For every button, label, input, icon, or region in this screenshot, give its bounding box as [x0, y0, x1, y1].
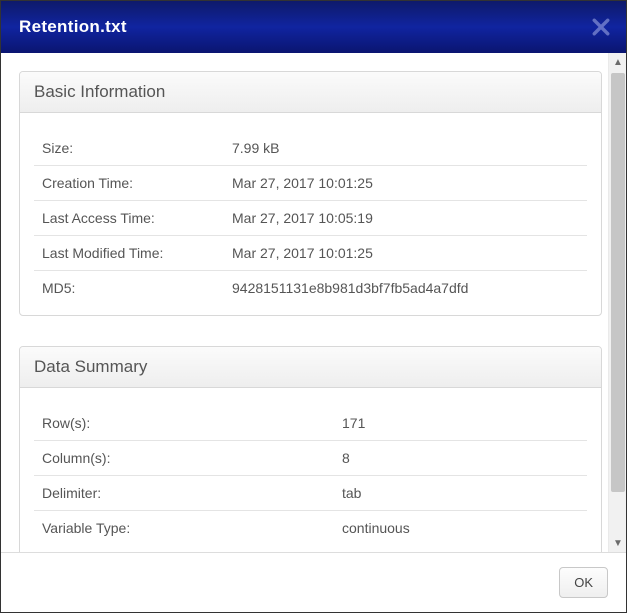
table-row: Column(s): 8	[34, 441, 587, 476]
table-row: Size: 7.99 kB	[34, 131, 587, 166]
last-access-time-label: Last Access Time:	[34, 201, 224, 236]
basic-information-table: Size: 7.99 kB Creation Time: Mar 27, 201…	[34, 131, 587, 305]
creation-time-label: Creation Time:	[34, 166, 224, 201]
close-icon	[592, 18, 610, 36]
data-summary-table: Row(s): 171 Column(s): 8 Delimiter: tab	[34, 406, 587, 545]
file-info-dialog: Retention.txt Basic Information Size: 7.…	[0, 0, 627, 613]
rows-label: Row(s):	[34, 406, 334, 441]
dialog-body: Basic Information Size: 7.99 kB Creation…	[1, 53, 626, 552]
basic-information-panel: Basic Information Size: 7.99 kB Creation…	[19, 71, 602, 316]
table-row: Creation Time: Mar 27, 2017 10:01:25	[34, 166, 587, 201]
size-value: 7.99 kB	[224, 131, 587, 166]
data-summary-header: Data Summary	[20, 347, 601, 388]
variable-type-value: continuous	[334, 511, 587, 546]
table-row: Variable Type: continuous	[34, 511, 587, 546]
scroll-up-arrow-icon[interactable]: ▲	[609, 53, 626, 71]
table-row: Delimiter: tab	[34, 476, 587, 511]
last-modified-time-value: Mar 27, 2017 10:01:25	[224, 236, 587, 271]
last-modified-time-label: Last Modified Time:	[34, 236, 224, 271]
scrollbar-thumb[interactable]	[611, 73, 625, 492]
rows-value: 171	[334, 406, 587, 441]
table-row: Last Modified Time: Mar 27, 2017 10:01:2…	[34, 236, 587, 271]
scroll-down-arrow-icon[interactable]: ▼	[609, 534, 626, 552]
delimiter-value: tab	[334, 476, 587, 511]
table-row: Row(s): 171	[34, 406, 587, 441]
columns-value: 8	[334, 441, 587, 476]
creation-time-value: Mar 27, 2017 10:01:25	[224, 166, 587, 201]
dialog-footer: OK	[1, 552, 626, 612]
size-label: Size:	[34, 131, 224, 166]
md5-value: 9428151131e8b981d3bf7fb5ad4a7dfd	[224, 271, 587, 306]
scroll-content: Basic Information Size: 7.99 kB Creation…	[1, 53, 608, 552]
md5-label: MD5:	[34, 271, 224, 306]
columns-label: Column(s):	[34, 441, 334, 476]
dialog-titlebar: Retention.txt	[1, 1, 626, 53]
table-row: MD5: 9428151131e8b981d3bf7fb5ad4a7dfd	[34, 271, 587, 306]
ok-button[interactable]: OK	[559, 567, 608, 598]
table-row: Last Access Time: Mar 27, 2017 10:05:19	[34, 201, 587, 236]
delimiter-label: Delimiter:	[34, 476, 334, 511]
close-button[interactable]	[590, 16, 612, 38]
basic-information-body: Size: 7.99 kB Creation Time: Mar 27, 201…	[20, 113, 601, 315]
dialog-title: Retention.txt	[19, 17, 127, 37]
vertical-scrollbar[interactable]: ▲ ▼	[608, 53, 626, 552]
data-summary-panel: Data Summary Row(s): 171 Column(s): 8 De…	[19, 346, 602, 552]
data-summary-body: Row(s): 171 Column(s): 8 Delimiter: tab	[20, 388, 601, 552]
variable-type-label: Variable Type:	[34, 511, 334, 546]
basic-information-header: Basic Information	[20, 72, 601, 113]
last-access-time-value: Mar 27, 2017 10:05:19	[224, 201, 587, 236]
